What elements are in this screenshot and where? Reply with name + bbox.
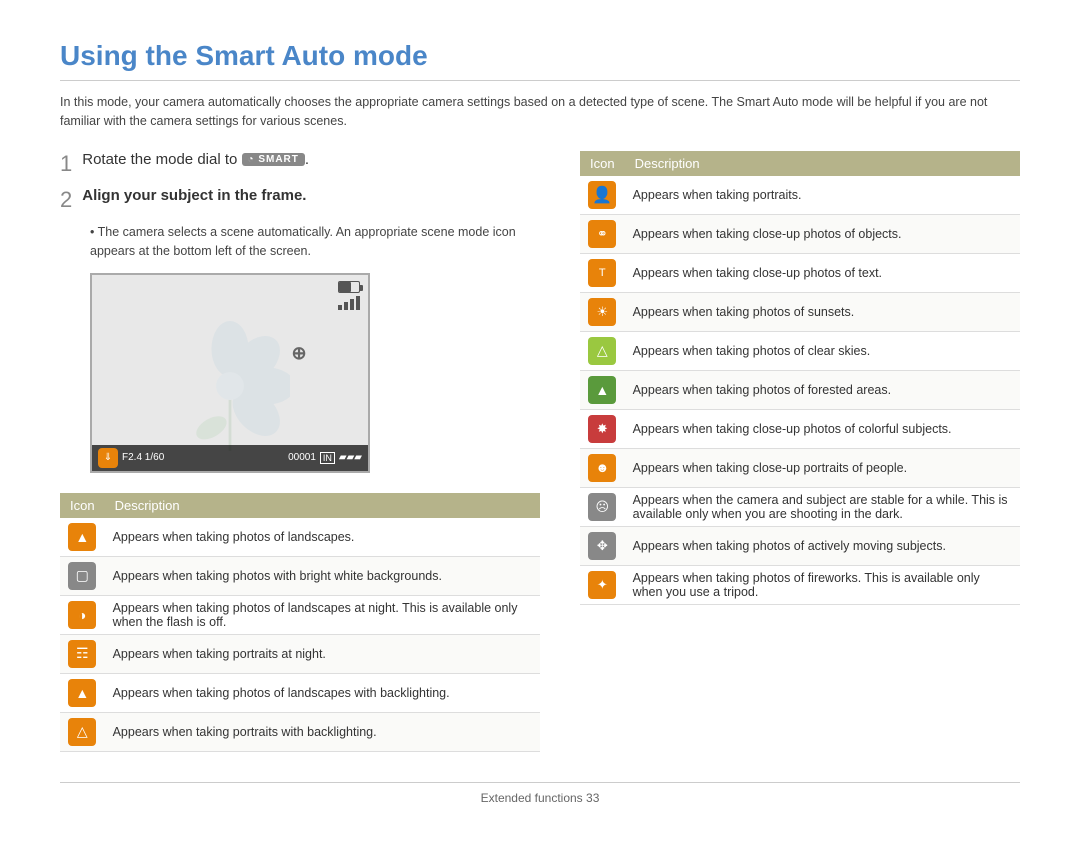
right-row-desc-1: Appears when taking portraits.	[625, 176, 1020, 215]
table-row: 👤 Appears when taking portraits.	[580, 176, 1020, 215]
clear-sky-icon: △	[588, 337, 616, 365]
right-table-header-icon: Icon	[580, 151, 625, 176]
footer: Extended functions 33	[60, 782, 1020, 805]
table-row: △ Appears when taking portraits with bac…	[60, 712, 540, 751]
right-row-desc-4: Appears when taking photos of sunsets.	[625, 292, 1020, 331]
portrait-closeup-icon: ☻	[588, 454, 616, 482]
night-landscape-icon: ◑	[68, 601, 96, 629]
left-icon-table: Icon Description ▲ Appears when taking p…	[60, 493, 540, 752]
left-row-desc-1: Appears when taking photos of landscapes…	[105, 518, 540, 557]
step-2-bullet: The camera selects a scene automatically…	[90, 223, 540, 261]
fireworks-icon: ✦	[588, 571, 616, 599]
right-icon-table: Icon Description 👤 Appears when taking p…	[580, 151, 1020, 605]
right-row-desc-3: Appears when taking close-up photos of t…	[625, 253, 1020, 292]
right-row-desc-5: Appears when taking photos of clear skie…	[625, 331, 1020, 370]
sunset-icon: ☀	[588, 298, 616, 326]
table-row: ✦ Appears when taking photos of firework…	[580, 565, 1020, 604]
step-1: 1 Rotate the mode dial to ◔ SMART.	[60, 151, 540, 177]
left-row-desc-6: Appears when taking portraits with backl…	[105, 712, 540, 751]
camera-preview: ⊕ ⇓ F2.4 1/60 00001 IN ▰▰▰	[90, 273, 370, 473]
left-row-desc-5: Appears when taking photos of landscapes…	[105, 673, 540, 712]
right-column: Icon Description 👤 Appears when taking p…	[580, 151, 1020, 752]
right-row-desc-10: Appears when taking photos of actively m…	[625, 526, 1020, 565]
left-row-desc-3: Appears when taking photos of landscapes…	[105, 595, 540, 634]
closeup-text-icon: T	[588, 259, 616, 287]
smart-badge: ◔ SMART	[242, 153, 305, 166]
backlight-icon: ▢	[68, 562, 96, 590]
table-row: △ Appears when taking photos of clear sk…	[580, 331, 1020, 370]
table-row: ▲ Appears when taking photos of forested…	[580, 370, 1020, 409]
step-1-number: 1	[60, 151, 72, 177]
table-row: ☹ Appears when the camera and subject ar…	[580, 487, 1020, 526]
right-row-desc-9: Appears when the camera and subject are …	[625, 487, 1020, 526]
step-2-text: Align your subject in the frame.	[82, 187, 306, 204]
counter: 00001	[288, 452, 316, 463]
signal-bars	[338, 296, 360, 310]
right-row-desc-8: Appears when taking close-up portraits o…	[625, 448, 1020, 487]
left-table-header-desc: Description	[105, 493, 540, 518]
moving-icon: ✥	[588, 532, 616, 560]
portrait-icon: 👤	[588, 181, 616, 209]
flower-decoration	[170, 321, 290, 451]
bottom-right: 00001 IN ▰▰▰	[288, 452, 362, 464]
backlight-portrait-icon: △	[68, 718, 96, 746]
table-row: ☶ Appears when taking portraits at night…	[60, 634, 540, 673]
table-row: ☀ Appears when taking photos of sunsets.	[580, 292, 1020, 331]
bottom-left: ⇓ F2.4 1/60	[98, 448, 164, 468]
battery-bar: ▰▰▰	[339, 452, 362, 463]
forest-icon: ▲	[588, 376, 616, 404]
table-row: ✥ Appears when taking photos of actively…	[580, 526, 1020, 565]
night-portrait-icon: ☶	[68, 640, 96, 668]
right-table-header-desc: Description	[625, 151, 1020, 176]
closeup-object-icon: ⚭	[588, 220, 616, 248]
table-row: ◑ Appears when taking photos of landscap…	[60, 595, 540, 634]
table-row: T Appears when taking close-up photos of…	[580, 253, 1020, 292]
right-row-desc-11: Appears when taking photos of fireworks.…	[625, 565, 1020, 604]
content-wrapper: 1 Rotate the mode dial to ◔ SMART. 2 Ali…	[60, 151, 1020, 752]
step-2-number: 2	[60, 187, 72, 213]
step-2: 2 Align your subject in the frame.	[60, 187, 540, 213]
landscape-icon: ▲	[68, 523, 96, 551]
backlight-landscape-icon: ▲	[68, 679, 96, 707]
camera-top-icons	[338, 281, 360, 310]
zoom-indicator: ⊕	[291, 343, 306, 364]
page-title: Using the Smart Auto mode	[60, 40, 1020, 81]
step-1-text: Rotate the mode dial to ◔ SMART.	[82, 151, 309, 168]
exposure-info: F2.4 1/60	[122, 452, 164, 463]
table-row: ⚭ Appears when taking close-up photos of…	[580, 214, 1020, 253]
left-row-desc-4: Appears when taking portraits at night.	[105, 634, 540, 673]
left-row-desc-2: Appears when taking photos with bright w…	[105, 556, 540, 595]
scene-mode-icon: ⇓	[98, 448, 118, 468]
table-row: ▲ Appears when taking photos of landscap…	[60, 673, 540, 712]
battery-icon	[338, 281, 360, 293]
table-row: ☻ Appears when taking close-up portraits…	[580, 448, 1020, 487]
table-row: ▲ Appears when taking photos of landscap…	[60, 518, 540, 557]
intro-text: In this mode, your camera automatically …	[60, 93, 1020, 131]
right-row-desc-2: Appears when taking close-up photos of o…	[625, 214, 1020, 253]
left-column: 1 Rotate the mode dial to ◔ SMART. 2 Ali…	[60, 151, 540, 752]
stable-icon: ☹	[588, 493, 616, 521]
right-row-desc-6: Appears when taking photos of forested a…	[625, 370, 1020, 409]
left-table-header-icon: Icon	[60, 493, 105, 518]
right-row-desc-7: Appears when taking close-up photos of c…	[625, 409, 1020, 448]
table-row: ✸ Appears when taking close-up photos of…	[580, 409, 1020, 448]
mode-indicator: IN	[320, 452, 335, 464]
colorful-icon: ✸	[588, 415, 616, 443]
footer-text: Extended functions 33	[481, 791, 600, 805]
camera-bottom-bar: ⇓ F2.4 1/60 00001 IN ▰▰▰	[92, 445, 368, 471]
table-row: ▢ Appears when taking photos with bright…	[60, 556, 540, 595]
